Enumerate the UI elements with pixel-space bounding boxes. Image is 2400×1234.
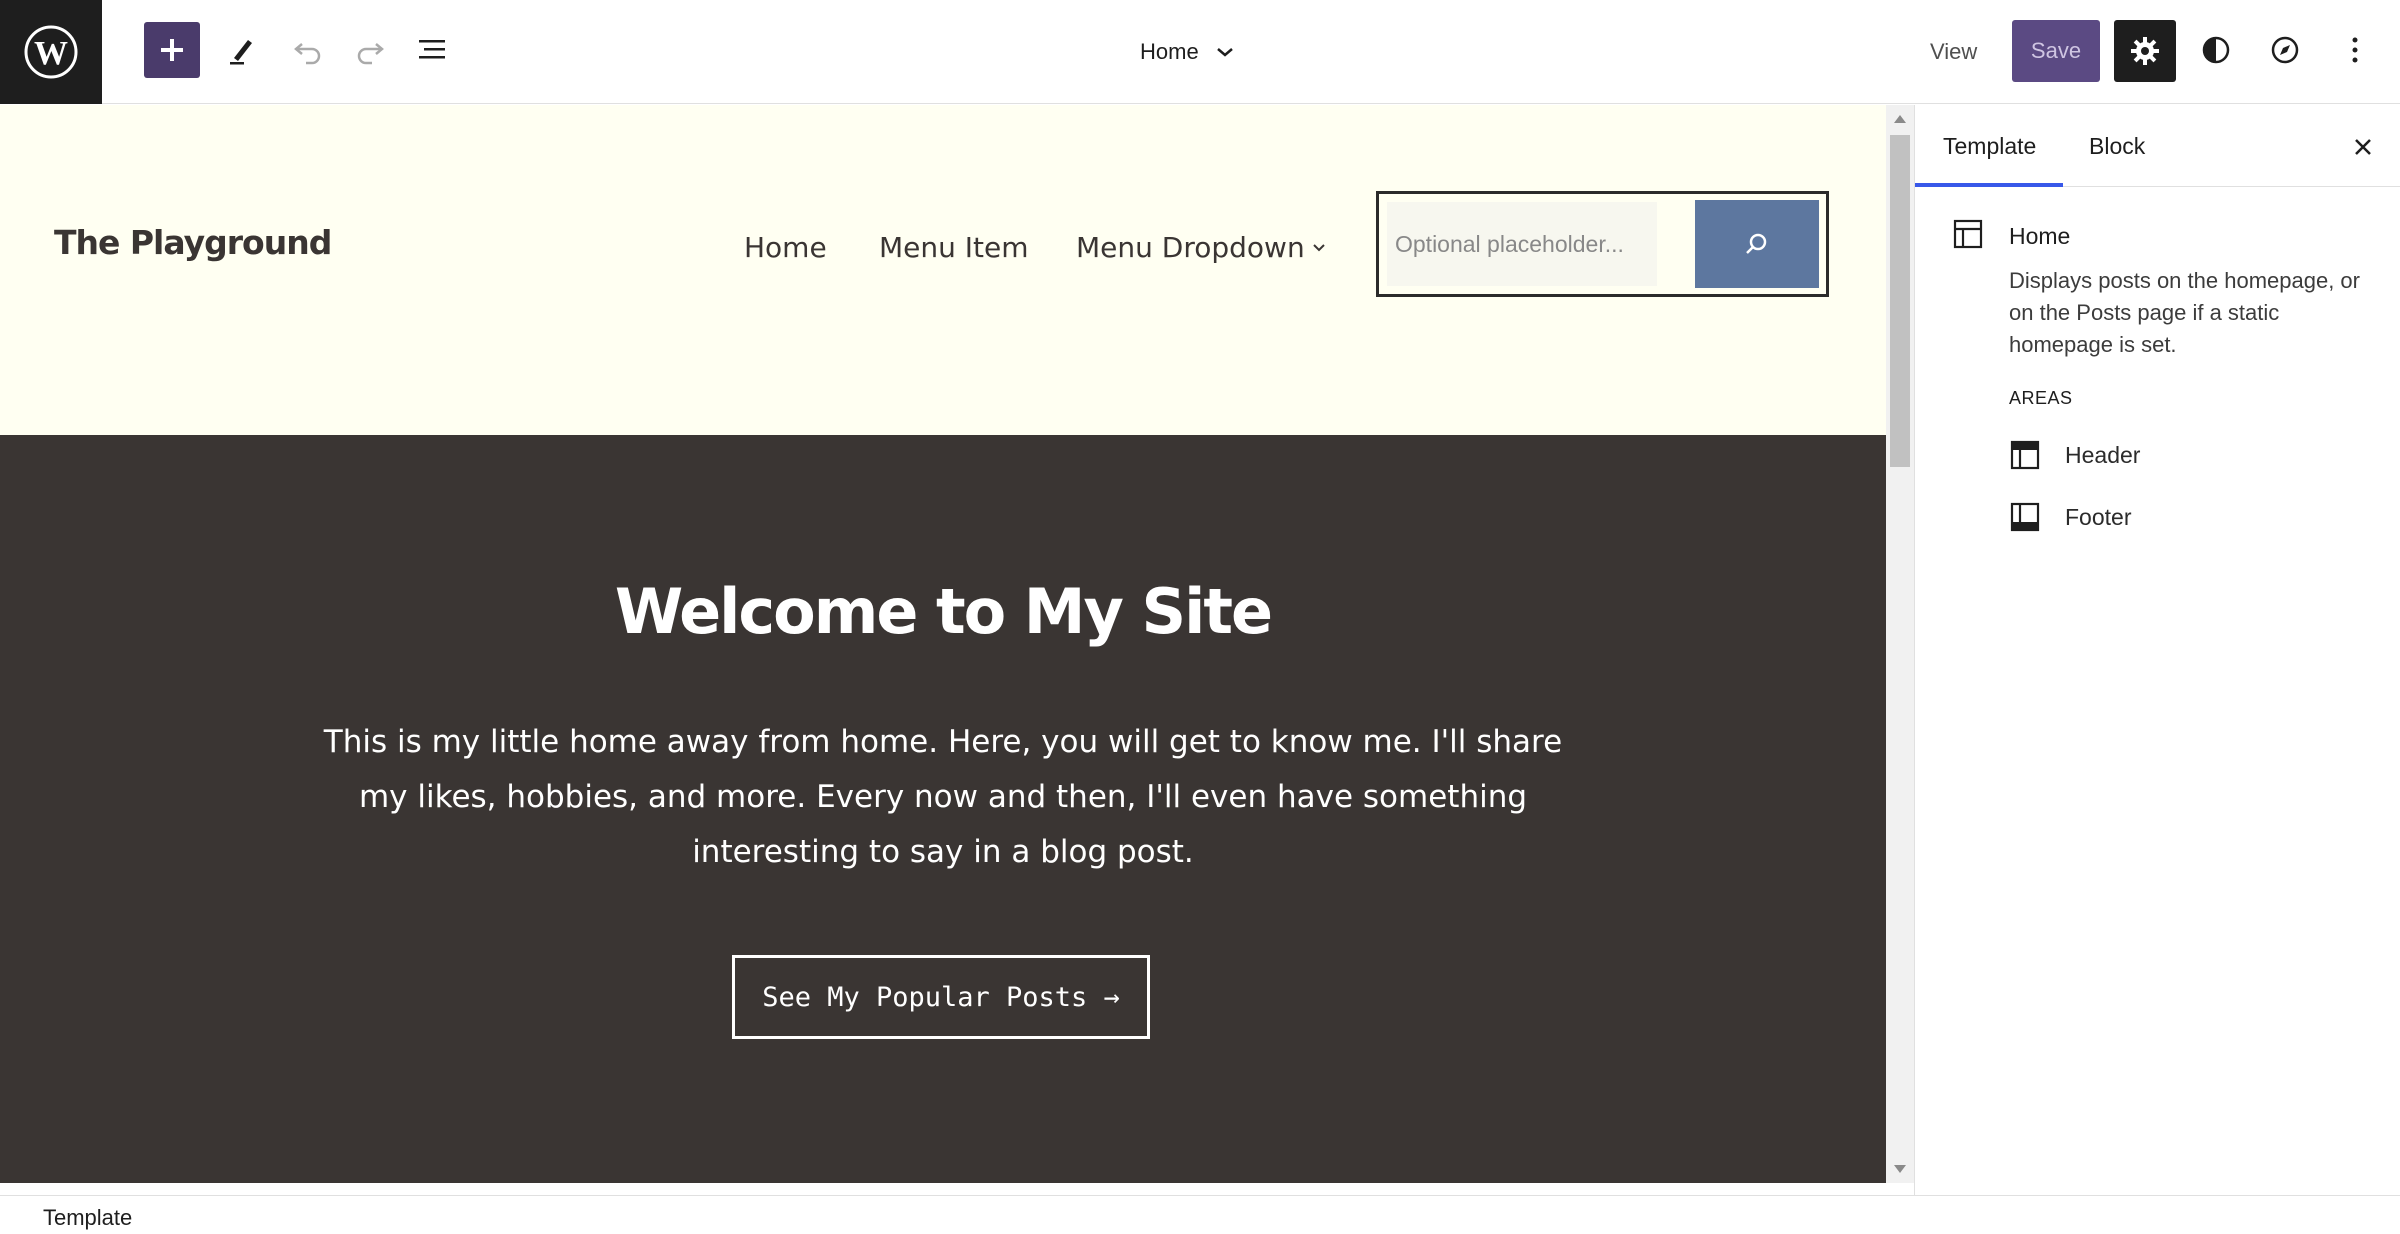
block-breadcrumb-bar: Template — [0, 1195, 2400, 1234]
settings-sidebar: Template Block Home Displays posts on th… — [1914, 105, 2400, 1195]
tab-template[interactable]: Template — [1943, 105, 2036, 187]
settings-button[interactable] — [2114, 20, 2176, 82]
sidebar-tabs: Template Block — [1915, 105, 2400, 187]
header-layout-icon — [2010, 440, 2040, 470]
template-name: Home — [2009, 223, 2071, 249]
active-tab-indicator — [1915, 183, 2063, 187]
plus-icon — [161, 39, 183, 61]
footer-layout-icon — [2010, 502, 2040, 532]
styles-button[interactable] — [2186, 20, 2246, 80]
redo-icon — [357, 43, 384, 65]
half-circle-icon — [2202, 36, 2230, 64]
area-label: Footer — [2065, 503, 2132, 530]
hero-title[interactable]: Welcome to My Site — [0, 575, 1886, 648]
canvas-scrollbar[interactable] — [1886, 105, 1914, 1183]
undo-button[interactable] — [278, 20, 338, 80]
hero-text[interactable]: This is my little home away from home. H… — [300, 715, 1586, 880]
layout-icon — [1953, 219, 1983, 249]
editor-toolbar: W Home View Save — [0, 0, 2400, 104]
redo-button[interactable] — [340, 20, 400, 80]
chevron-down-icon — [1216, 48, 1233, 57]
nav-item-home[interactable]: Home — [744, 223, 827, 271]
area-label: Header — [2065, 441, 2141, 468]
compass-icon — [2271, 36, 2299, 64]
list-view-icon — [419, 40, 445, 59]
popular-posts-button[interactable]: See My Popular Posts → — [732, 955, 1150, 1039]
search-block — [1376, 191, 1829, 297]
site-title[interactable]: The Playground — [54, 223, 332, 262]
hero-cover[interactable]: Welcome to My Site This is my little hom… — [0, 435, 1886, 1183]
list-view-button[interactable] — [403, 20, 463, 80]
scroll-up-arrow-icon[interactable] — [1894, 115, 1906, 123]
document-title: Home — [1140, 39, 1199, 64]
search-button[interactable] — [1695, 200, 1819, 288]
scroll-down-arrow-icon[interactable] — [1894, 1165, 1906, 1173]
gear-icon — [2131, 37, 2159, 65]
save-button[interactable]: Save — [2012, 20, 2100, 82]
navigation-button[interactable] — [2255, 20, 2315, 80]
wordpress-logo-icon[interactable]: W — [0, 0, 102, 104]
breadcrumb-template[interactable]: Template — [43, 1205, 132, 1231]
nav-dropdown-label: Menu Dropdown — [1076, 230, 1305, 264]
close-sidebar-button[interactable] — [2343, 127, 2383, 167]
undo-icon — [294, 43, 321, 65]
area-item-header[interactable]: Header — [2009, 435, 2140, 475]
area-item-footer[interactable]: Footer — [2009, 497, 2131, 537]
site-header[interactable]: The Playground Home Menu Item Menu Dropd… — [0, 105, 1886, 435]
view-button[interactable]: View — [1930, 30, 1977, 74]
add-block-button[interactable] — [144, 22, 200, 78]
template-description: Displays posts on the homepage, or on th… — [2009, 268, 2360, 357]
nav-item-menu-dropdown[interactable]: Menu Dropdown — [1076, 223, 1327, 271]
document-title-dropdown[interactable]: Home — [1140, 30, 1235, 74]
areas-heading: AREAS — [2009, 388, 2073, 408]
close-icon — [2355, 139, 2371, 155]
editor-canvas[interactable]: The Playground Home Menu Item Menu Dropd… — [0, 105, 1886, 1183]
search-icon — [1746, 233, 1767, 254]
pencil-icon — [230, 40, 252, 65]
scroll-thumb[interactable] — [1890, 135, 1910, 467]
svg-text:W: W — [34, 35, 68, 72]
more-vertical-icon — [2352, 37, 2358, 63]
options-button[interactable] — [2325, 20, 2385, 80]
search-input[interactable] — [1387, 202, 1657, 286]
nav-item-menu-item[interactable]: Menu Item — [879, 223, 1029, 271]
tools-button[interactable] — [212, 20, 272, 80]
chevron-down-icon — [1312, 244, 1325, 252]
tab-block[interactable]: Block — [2089, 105, 2145, 187]
